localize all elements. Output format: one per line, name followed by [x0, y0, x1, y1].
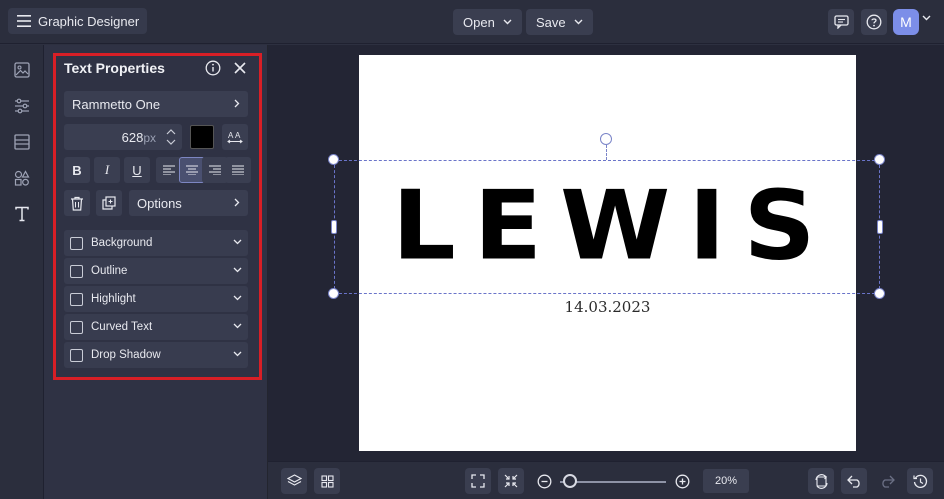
save-dropdown[interactable]: Save — [526, 9, 593, 35]
avatar-initial: M — [900, 14, 912, 30]
app-title: Graphic Designer — [38, 13, 140, 29]
resize-handle-top-left[interactable] — [328, 154, 339, 165]
rotate-handle[interactable] — [600, 133, 612, 145]
refresh-button[interactable] — [808, 468, 834, 494]
actual-size-button[interactable] — [498, 468, 524, 494]
shapes-icon[interactable] — [11, 167, 33, 189]
undo-icon — [846, 475, 860, 488]
history-icon — [912, 474, 927, 488]
chevron-down-icon — [574, 19, 583, 25]
open-label: Open — [463, 14, 495, 30]
grid-icon — [320, 474, 334, 488]
chevron-down-icon[interactable] — [922, 15, 931, 21]
save-label: Save — [536, 14, 566, 30]
redo-button[interactable] — [874, 468, 900, 494]
refresh-icon — [814, 473, 828, 489]
collapse-icon — [504, 474, 518, 488]
history-button[interactable] — [907, 468, 933, 494]
redo-icon — [881, 475, 895, 488]
resize-handle-bottom-right[interactable] — [874, 288, 885, 299]
undo-button[interactable] — [841, 468, 867, 494]
text-icon[interactable] — [11, 203, 33, 225]
date-text-element[interactable]: 14.03.2023 — [359, 298, 856, 316]
rotation-line — [606, 145, 607, 160]
expand-icon — [471, 474, 485, 488]
resize-handle-left[interactable] — [331, 220, 337, 234]
layout-icon[interactable] — [11, 131, 33, 153]
resize-handle-right[interactable] — [877, 220, 883, 234]
zoom-out-icon[interactable] — [537, 474, 552, 489]
zoom-slider-thumb[interactable] — [563, 474, 577, 488]
chevron-down-icon — [503, 19, 512, 25]
fit-screen-button[interactable] — [465, 468, 491, 494]
comment-icon — [833, 15, 849, 29]
zoom-in-icon[interactable] — [675, 474, 690, 489]
left-rail — [0, 45, 44, 499]
help-button[interactable] — [861, 9, 887, 35]
zoom-value: 20% — [714, 475, 738, 487]
feedback-button[interactable] — [828, 9, 854, 35]
help-icon — [866, 14, 882, 30]
app-menu-button[interactable]: Graphic Designer — [8, 8, 148, 34]
selection-box — [334, 160, 880, 294]
zoom-value-input[interactable]: 20% — [703, 469, 749, 493]
panel-highlight-frame — [53, 53, 262, 380]
avatar[interactable]: M — [893, 9, 919, 35]
resize-handle-bottom-left[interactable] — [328, 288, 339, 299]
layers-button[interactable] — [281, 468, 307, 494]
grid-button[interactable] — [314, 468, 340, 494]
layers-icon — [286, 474, 302, 486]
resize-handle-top-right[interactable] — [874, 154, 885, 165]
open-dropdown[interactable]: Open — [453, 9, 522, 35]
image-icon[interactable] — [11, 59, 33, 81]
hamburger-menu-icon — [17, 15, 31, 27]
sliders-icon[interactable] — [11, 95, 33, 117]
